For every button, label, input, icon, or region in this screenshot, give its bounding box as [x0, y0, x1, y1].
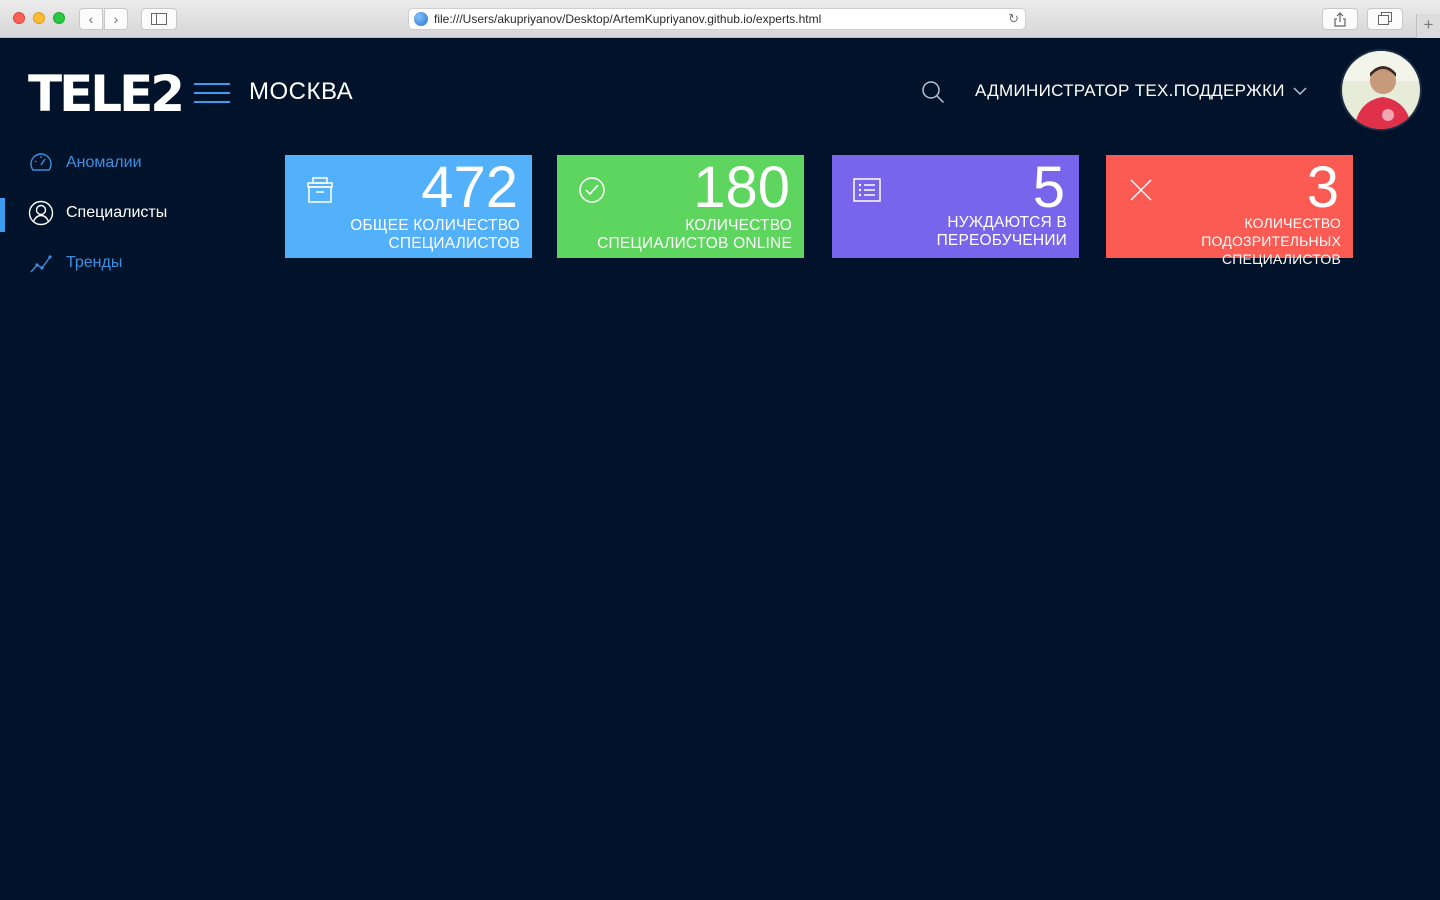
- trend-chart-icon: [30, 255, 52, 273]
- sidebar-nav: Аномалии Специалисты Тренды: [0, 138, 240, 288]
- stat-card-suspicious-specialists[interactable]: 3 КОЛИЧЕСТВО ПОДОЗРИТЕЛЬНЫХ СПЕЦИАЛИСТОВ: [1106, 155, 1353, 267]
- user-photo: [1342, 51, 1420, 129]
- stat-caption: НУЖДАЮТСЯ В ПЕРЕОБУЧЕНИИ: [847, 214, 1067, 250]
- sidebar-item-trends[interactable]: Тренды: [0, 238, 240, 288]
- close-x-icon: [1130, 179, 1152, 201]
- speedometer-icon: [30, 153, 52, 171]
- stat-value: 180: [693, 155, 790, 220]
- city-title: МОСКВА: [249, 78, 354, 105]
- url-text: file:///Users/akupriyanov/Desktop/ArtemK…: [434, 12, 822, 26]
- avatar[interactable]: [1340, 49, 1422, 131]
- address-bar[interactable]: file:///Users/akupriyanov/Desktop/ArtemK…: [408, 8, 1026, 30]
- tabs-icon: [1378, 12, 1392, 25]
- app-root: TELE2 МОСКВА АДМИНИСТРАТОР ТЕХ.ПОДДЕРЖКИ: [0, 38, 1440, 900]
- sidebar-item-anomalies[interactable]: Аномалии: [0, 138, 240, 188]
- sidebar-toggle-button[interactable]: [141, 8, 177, 30]
- archive-box-icon: [307, 177, 333, 203]
- stat-caption-line: НУЖДАЮТСЯ В: [947, 214, 1067, 231]
- window-minimize-button[interactable]: [33, 12, 45, 24]
- stat-cards: 472 ОБЩЕЕ КОЛИЧЕСТВО СПЕЦИАЛИСТОВ 180 КО…: [285, 155, 1355, 267]
- stat-card-need-retraining[interactable]: 5 НУЖДАЮТСЯ В ПЕРЕОБУЧЕНИИ: [832, 155, 1079, 258]
- globe-icon: [414, 12, 428, 26]
- stat-caption: КОЛИЧЕСТВО ПОДОЗРИТЕЛЬНЫХ СПЕЦИАЛИСТОВ: [1121, 214, 1341, 268]
- tab-overview-button[interactable]: [1367, 8, 1403, 30]
- reload-icon[interactable]: ↻: [1008, 11, 1019, 27]
- chevron-left-icon: ‹: [88, 11, 94, 27]
- browser-toolbar: ‹ › file:///Users/akupriyanov/Desktop/Ar…: [0, 0, 1440, 38]
- stat-caption-line: СПЕЦИАЛИСТОВ: [1221, 251, 1341, 267]
- stat-caption: КОЛИЧЕСТВО СПЕЦИАЛИСТОВ ONLINE: [572, 217, 792, 253]
- stat-caption-line: ПЕРЕОБУЧЕНИИ: [936, 232, 1067, 249]
- back-button[interactable]: ‹: [79, 8, 103, 30]
- stat-value: 472: [421, 155, 518, 220]
- stat-caption-line: СПЕЦИАЛИСТОВ ONLINE: [597, 235, 792, 252]
- user-role-dropdown[interactable]: АДМИНИСТРАТОР ТЕХ.ПОДДЕРЖКИ: [975, 81, 1307, 101]
- active-indicator: [0, 198, 5, 232]
- forward-button[interactable]: ›: [104, 8, 128, 30]
- share-button[interactable]: [1322, 8, 1358, 30]
- stat-value: 3: [1306, 155, 1339, 220]
- sidebar-item-specialists[interactable]: Специалисты: [0, 188, 240, 238]
- clock-check-icon: [579, 177, 605, 203]
- window-maximize-button[interactable]: [53, 12, 65, 24]
- chevron-right-icon: ›: [113, 11, 119, 27]
- menu-line: [194, 83, 230, 85]
- stat-card-total-specialists[interactable]: 472 ОБЩЕЕ КОЛИЧЕСТВО СПЕЦИАЛИСТОВ: [285, 155, 532, 258]
- chevron-down-icon: [1293, 86, 1307, 95]
- user-icon: [28, 200, 54, 226]
- hamburger-menu-button[interactable]: [194, 81, 232, 105]
- list-icon: [853, 178, 881, 202]
- menu-line: [194, 101, 230, 103]
- stat-caption-line: КОЛИЧЕСТВО ПОДОЗРИТЕЛЬНЫХ: [1201, 215, 1341, 249]
- sidebar-item-label: Аномалии: [66, 154, 142, 171]
- search-icon[interactable]: [921, 80, 945, 104]
- stat-caption-line: СПЕЦИАЛИСТОВ: [388, 235, 520, 252]
- sidebar-icon: [151, 13, 167, 25]
- tele2-logo[interactable]: TELE2: [28, 68, 185, 120]
- stat-caption-line: КОЛИЧЕСТВО: [685, 217, 792, 234]
- user-role-label: АДМИНИСТРАТОР ТЕХ.ПОДДЕРЖКИ: [975, 81, 1285, 100]
- sidebar-item-label: Специалисты: [66, 204, 168, 221]
- stat-caption: ОБЩЕЕ КОЛИЧЕСТВО СПЕЦИАЛИСТОВ: [300, 217, 520, 253]
- stat-caption-line: ОБЩЕЕ КОЛИЧЕСТВО: [350, 217, 520, 234]
- sidebar-item-label: Тренды: [66, 254, 123, 271]
- stat-card-online-specialists[interactable]: 180 КОЛИЧЕСТВО СПЕЦИАЛИСТОВ ONLINE: [557, 155, 804, 258]
- stat-value: 5: [1032, 155, 1065, 220]
- window-close-button[interactable]: [13, 12, 25, 24]
- menu-line: [194, 92, 230, 94]
- share-icon: [1334, 11, 1346, 27]
- new-tab-button[interactable]: +: [1416, 14, 1440, 38]
